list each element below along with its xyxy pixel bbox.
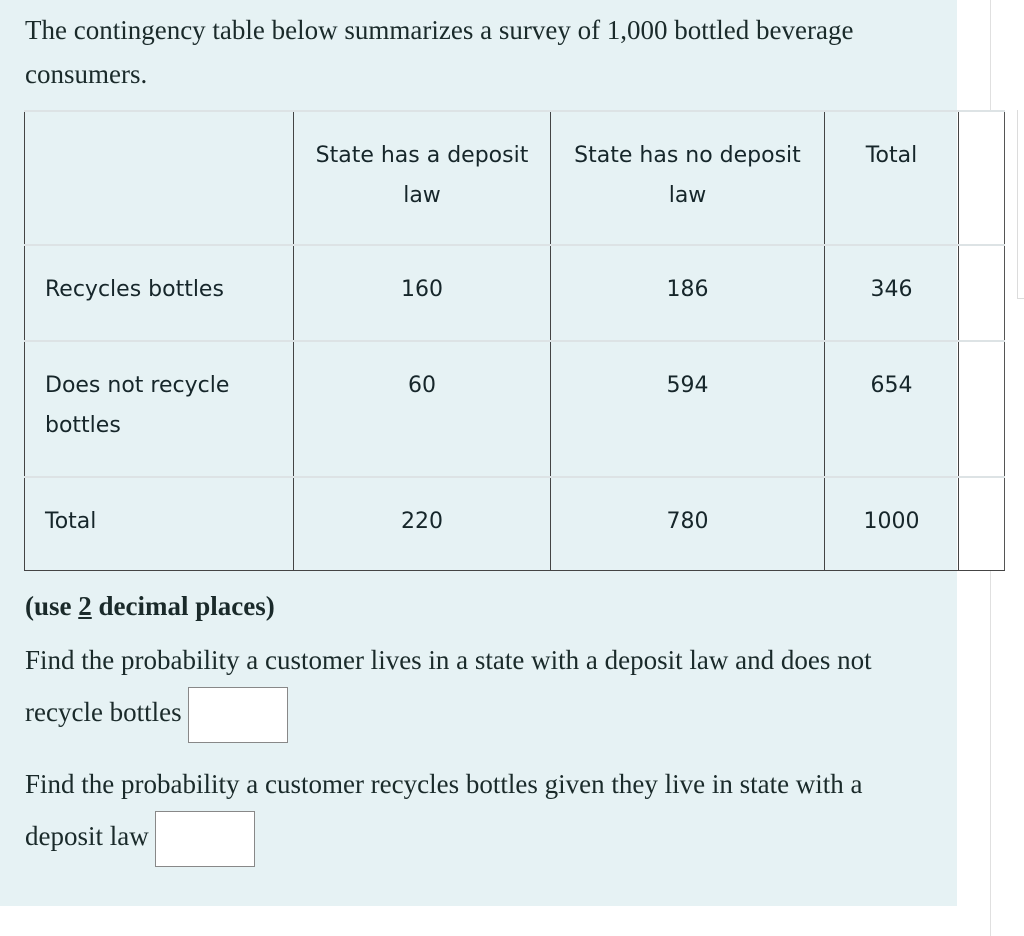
- question-2-text: Find the probability a customer recycles…: [25, 769, 863, 851]
- table-extra-cell: [958, 340, 1005, 477]
- table-header-row: State has a deposit law State has no dep…: [24, 110, 1005, 245]
- decimal-places-hint: (use 2 decimal places): [25, 591, 275, 621]
- table-extra-cell: [958, 110, 1005, 245]
- table-cell: 60: [293, 340, 551, 477]
- table-cell: 220: [293, 476, 551, 571]
- table-row: Total 220 780 1000: [24, 476, 1005, 571]
- table-row: Does not recycle bottles 60 594 654: [24, 340, 1005, 477]
- table-cell: 654: [824, 340, 959, 477]
- contingency-table: State has a deposit law State has no dep…: [24, 110, 1005, 571]
- question-2: Find the probability a customer recycles…: [25, 758, 945, 867]
- table-cell: 160: [293, 244, 551, 341]
- row-label: Recycles bottles: [24, 244, 294, 341]
- header-cell-total: Total: [824, 110, 959, 245]
- header-cell-blank: [24, 110, 294, 245]
- question-1: Find the probability a customer lives in…: [25, 634, 945, 743]
- table-cell: 1000: [824, 476, 959, 571]
- row-label: Does not recycle bottles: [24, 340, 294, 477]
- table-cell: 186: [550, 244, 825, 341]
- table-cell: 780: [550, 476, 825, 571]
- header-cell-no-deposit-law: State has no deposit law: [550, 110, 825, 245]
- table-row: Recycles bottles 160 186 346: [24, 244, 1005, 341]
- side-frame: [1017, 110, 1024, 299]
- answer-input-2[interactable]: [154, 810, 255, 867]
- question-1-text: Find the probability a customer lives in…: [25, 645, 872, 727]
- table-cell: 594: [550, 340, 825, 477]
- row-label: Total: [24, 476, 294, 571]
- table-cell: 346: [824, 244, 959, 341]
- header-cell-deposit-law: State has a deposit law: [293, 110, 551, 245]
- table-extra-cell: [958, 244, 1005, 341]
- answer-input-1[interactable]: [187, 686, 288, 743]
- table-extra-cell: [958, 476, 1005, 571]
- intro-text: The contingency table below summarizes a…: [25, 15, 854, 89]
